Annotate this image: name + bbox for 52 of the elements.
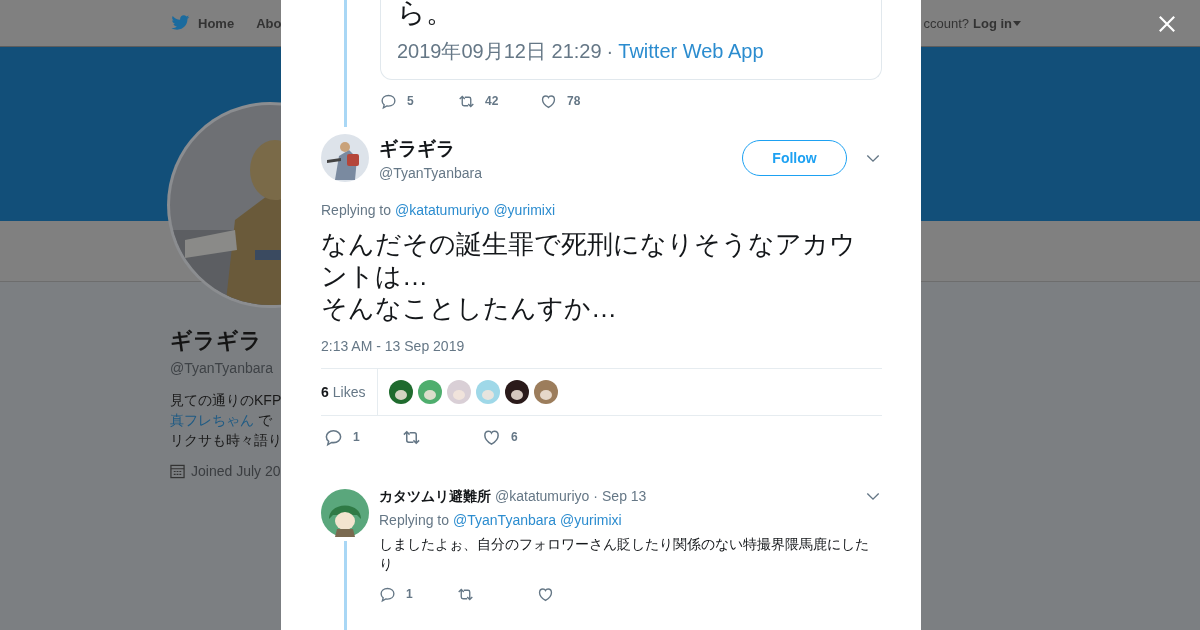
user-name[interactable]: ギラギラ: [379, 135, 742, 162]
tweet-timestamp: 2:13 AM - 13 Sep 2019: [321, 337, 466, 356]
tweet-text: なんだその誕生罪で死刑になりそうなアカウントは…: [321, 228, 856, 292]
calendar-icon: [170, 463, 185, 479]
reply-icon[interactable]: [324, 427, 343, 447]
mention-link[interactable]: @katatumuriyo: [395, 200, 490, 220]
reply-count: 5: [407, 94, 414, 108]
reply-count: 1: [353, 430, 360, 444]
separator-dot: ·: [606, 39, 614, 64]
quoted-timestamp: 2019年09月12日 21:29: [397, 39, 602, 64]
likes-label[interactable]: Likes: [332, 384, 366, 400]
likes-number[interactable]: 6: [321, 384, 329, 400]
chevron-icon[interactable]: [866, 491, 880, 501]
retweet-count: 42: [485, 94, 499, 108]
avatar[interactable]: [389, 380, 413, 404]
mention-link[interactable]: @TyanTyanbara: [453, 510, 556, 530]
replying-label: Replying to: [321, 201, 392, 220]
separator-dot: ·: [593, 487, 599, 506]
like-count: 78: [567, 94, 581, 108]
quoted-tweet-text: ら。: [397, 0, 455, 26]
tweet-text: そんなことしたんすか…: [321, 292, 618, 324]
source-link[interactable]: Twitter Web App: [618, 38, 764, 64]
quoted-tweet-card[interactable]: ら。 2019年09月12日 21:29 · Twitter Web App: [380, 0, 882, 80]
user-handle[interactable]: @katatumuriyo: [495, 486, 590, 506]
mention-link[interactable]: @yurimixi: [493, 200, 556, 220]
profile-name: ギラギラ: [170, 327, 262, 355]
heart-icon[interactable]: [537, 585, 554, 603]
replying-label: Replying to: [379, 511, 450, 530]
reply-icon[interactable]: [380, 92, 397, 110]
user-name[interactable]: カタツムリ避難所: [379, 486, 491, 506]
joined-date: Joined July 20: [191, 463, 281, 479]
bio-text: 見ての通りのKFP: [170, 391, 282, 410]
user-handle[interactable]: @TyanTyanbara: [379, 164, 742, 181]
reply-count: 1: [406, 587, 413, 601]
reply-text: しましたよぉ、自分のフォロワーさん貶したり関係のない特撮界隈馬鹿にしたり: [379, 535, 870, 574]
close-icon[interactable]: [1158, 15, 1176, 33]
chevron-icon[interactable]: [866, 153, 880, 163]
like-count: 6: [511, 430, 518, 444]
caret-icon[interactable]: [1013, 20, 1021, 26]
reply-icon[interactable]: [379, 585, 396, 603]
about-link[interactable]: Abo: [256, 15, 282, 31]
login-link[interactable]: Log in: [973, 15, 1012, 31]
bio-text: リクサも時々語り: [170, 431, 282, 450]
profile-handle: @TyanTyanbara: [170, 360, 273, 376]
avatar[interactable]: [505, 380, 529, 404]
follow-button[interactable]: Follow: [742, 140, 847, 176]
heart-icon[interactable]: [540, 92, 557, 110]
home-link[interactable]: Home: [198, 15, 235, 31]
reply-date[interactable]: Sep 13: [602, 486, 647, 506]
bio-text: で: [258, 411, 272, 430]
mention-link[interactable]: @yurimixi: [560, 510, 622, 530]
account-prompt: ccount?: [923, 15, 969, 31]
